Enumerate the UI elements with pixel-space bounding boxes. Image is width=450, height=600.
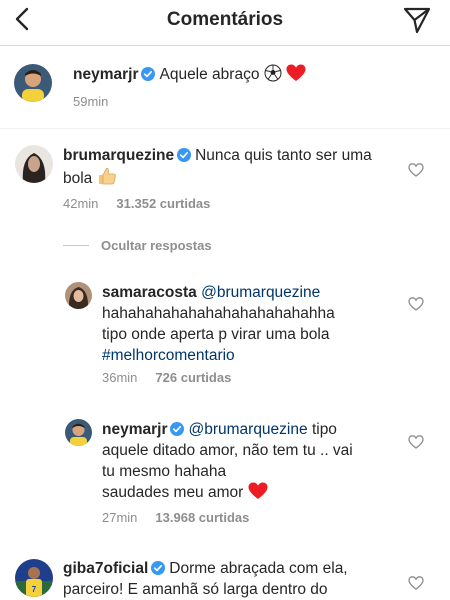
like-heart-icon[interactable] (408, 296, 424, 312)
reply-line: tipo (311, 421, 337, 438)
reply-line: aquele ditado amor, não tem tu .. vai (102, 442, 353, 459)
like-heart-icon[interactable] (408, 162, 424, 178)
mention-link[interactable]: @brumarquezine (188, 421, 307, 438)
comment-text: brumarquezine Nunca quis tanto ser uma bo… (63, 145, 393, 189)
send-direct-icon[interactable] (402, 6, 432, 34)
divider (63, 245, 89, 246)
comment-username[interactable]: brumarquezine (63, 147, 174, 164)
top-bar: Comentários (0, 0, 450, 46)
verified-badge-icon (141, 67, 156, 81)
caption-text: Aquele abraço (159, 66, 260, 83)
comment-username[interactable]: giba7oficial (63, 560, 148, 577)
thumbs-up-emoji-icon (98, 168, 116, 185)
soccer-ball-icon (264, 64, 282, 82)
reply-time: 27min (102, 510, 138, 525)
hashtag-link[interactable]: #melhorcomentario (102, 345, 402, 366)
like-heart-icon[interactable] (408, 434, 424, 450)
verified-badge-icon (170, 422, 185, 436)
avatar[interactable] (14, 64, 52, 102)
red-heart-emoji-icon (248, 482, 268, 499)
svg-text:7: 7 (32, 585, 37, 594)
caption-username[interactable]: neymarjr (73, 66, 138, 83)
comment-meta: 42min 31.352 curtidas (63, 196, 210, 211)
reply-text: samaracosta @brumarquezine hahahahahahah… (102, 282, 402, 366)
reply-text: neymarjr @brumarquezine tipo aquele ditad… (102, 419, 402, 503)
verified-badge-icon (151, 561, 166, 575)
reply-username[interactable]: neymarjr (102, 421, 167, 438)
caption-time: 59min (73, 94, 109, 109)
comment-likes[interactable]: 31.352 curtidas (116, 196, 210, 211)
reply-line: tu mesmo hahaha (102, 463, 227, 480)
avatar[interactable]: 7 (15, 559, 53, 597)
reply-line: tipo onde aperta p virar uma bola (102, 326, 330, 343)
avatar[interactable] (65, 282, 92, 309)
hide-replies-button[interactable]: Ocultar respostas (63, 238, 212, 253)
reply-time: 36min (102, 370, 138, 385)
reply-likes[interactable]: 13.968 curtidas (155, 510, 249, 525)
verified-badge-icon (177, 148, 192, 162)
mention-link[interactable]: @brumarquezine (201, 284, 320, 301)
avatar[interactable] (15, 145, 53, 183)
post-caption: neymarjr Aquele abraço 59min (0, 47, 450, 129)
page-title: Comentários (166, 9, 284, 30)
hide-replies-label: Ocultar respostas (101, 238, 212, 253)
caption-line: neymarjr Aquele abraço (73, 64, 306, 85)
avatar[interactable] (65, 419, 92, 446)
reply-line: hahahahahahahahahahahahahha (102, 305, 335, 322)
reply-meta: 27min 13.968 curtidas (102, 510, 249, 525)
reply-line: saudades meu amor (102, 484, 244, 501)
like-heart-icon[interactable] (408, 575, 424, 591)
comment-text: giba7oficial Dorme abraçada com ela, parc… (63, 558, 393, 600)
reply-meta: 36min 726 curtidas (102, 370, 231, 385)
comment-time: 42min (63, 196, 99, 211)
red-heart-emoji-icon (286, 64, 306, 81)
reply-username[interactable]: samaracosta (102, 284, 197, 301)
reply-likes[interactable]: 726 curtidas (155, 370, 231, 385)
